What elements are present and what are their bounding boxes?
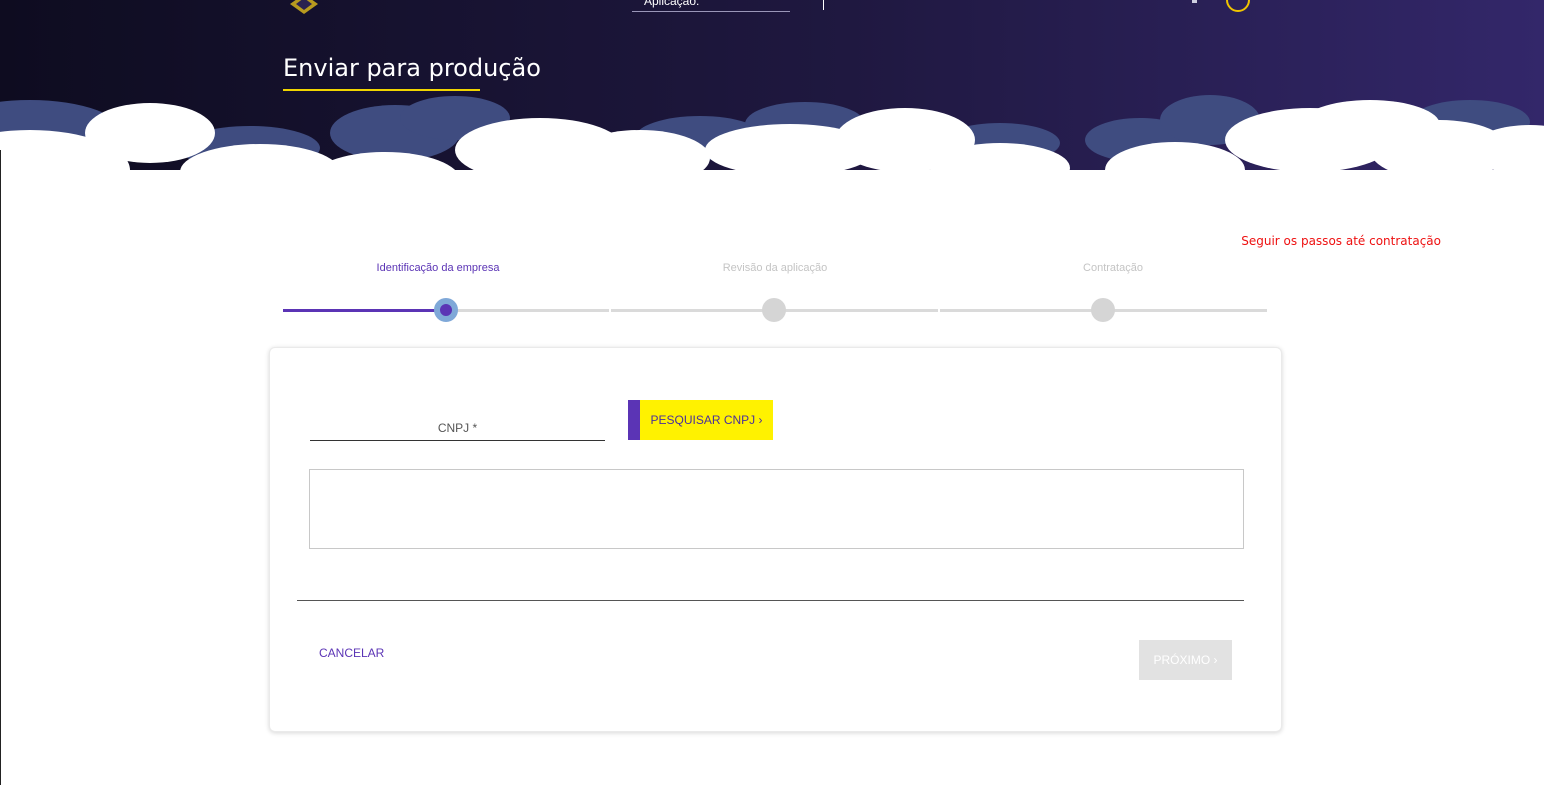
step-indicator <box>762 298 786 322</box>
viewport-left-border <box>0 150 1 785</box>
step-label-contratacao: Contratação <box>1083 262 1143 274</box>
bb-logo-icon[interactable] <box>286 0 328 16</box>
search-cnpj-button[interactable]: PESQUISAR CNPJ › <box>628 400 773 440</box>
page-title-underline <box>283 89 480 91</box>
header-divider <box>823 0 824 10</box>
step-label-identificacao[interactable]: Identificação da empresa <box>308 262 568 274</box>
cnpj-input[interactable] <box>310 412 605 441</box>
stepper-track <box>445 309 609 312</box>
card-divider <box>297 600 1244 601</box>
page-header <box>0 0 1544 230</box>
cancel-button[interactable]: CANCELAR <box>319 646 384 660</box>
app-selector-label[interactable]: Aplicação: <box>644 0 699 8</box>
page-title: Enviar para produção <box>283 54 541 82</box>
user-name-fragment <box>1192 0 1197 3</box>
form-card: CNPJ * PESQUISAR CNPJ › CANCELAR PRÓXIMO… <box>269 347 1282 732</box>
company-result-box <box>309 469 1244 549</box>
step-indicator <box>1091 298 1115 322</box>
app-selector-underline <box>632 11 790 12</box>
step-indicator-active[interactable] <box>434 298 458 322</box>
stepper-track-done <box>283 309 445 312</box>
step-label-revisao: Revisão da aplicação <box>722 262 828 274</box>
header-cloud-background <box>0 0 1544 230</box>
hint-text: Seguir os passos até contratação <box>1241 234 1441 248</box>
next-button[interactable]: PRÓXIMO › <box>1139 640 1232 680</box>
chevron-down-icon[interactable]: ⌄ <box>776 0 785 3</box>
